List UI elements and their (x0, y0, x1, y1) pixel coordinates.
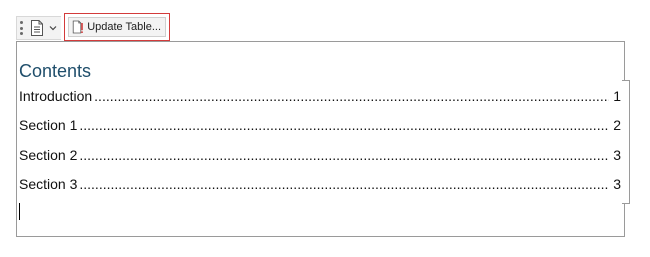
toc-entry[interactable]: Introduction 1 (19, 87, 621, 105)
toc-entry-label: Section 3 (19, 176, 78, 192)
toc-leader-dots (79, 175, 609, 193)
toc-leader-dots (79, 116, 609, 134)
update-table-button[interactable]: Update Table... (68, 17, 166, 37)
chevron-down-icon (49, 26, 57, 31)
toc-entry-page: 1 (613, 88, 621, 104)
toc-options-button[interactable] (16, 16, 61, 40)
toc-content-control-frame (16, 41, 625, 237)
toc-entry-page: 2 (613, 117, 621, 133)
toc-entry-label: Introduction (19, 88, 93, 104)
toc-title: Contents (19, 61, 92, 81)
toc-frame-edge (622, 80, 630, 204)
document-icon (31, 20, 43, 36)
toc-leader-dots (79, 146, 609, 164)
toc-entry-page: 3 (613, 147, 621, 163)
toc-entry-label: Section 2 (19, 147, 78, 163)
toc-toolbar: Update Table... (16, 13, 170, 41)
toc-entry[interactable]: Section 3 3 (19, 175, 621, 193)
update-table-label: Update Table... (87, 21, 161, 33)
toc-leader-dots (94, 87, 609, 105)
toc-entry[interactable]: Section 2 3 (19, 146, 621, 164)
update-table-highlight: Update Table... (64, 13, 170, 41)
update-table-icon (72, 20, 83, 34)
grip-icon[interactable] (20, 21, 24, 35)
toc-entry-page: 3 (613, 176, 621, 192)
toc-entry[interactable]: Section 1 2 (19, 116, 621, 134)
text-cursor (19, 203, 20, 220)
toc-entry-label: Section 1 (19, 117, 78, 133)
